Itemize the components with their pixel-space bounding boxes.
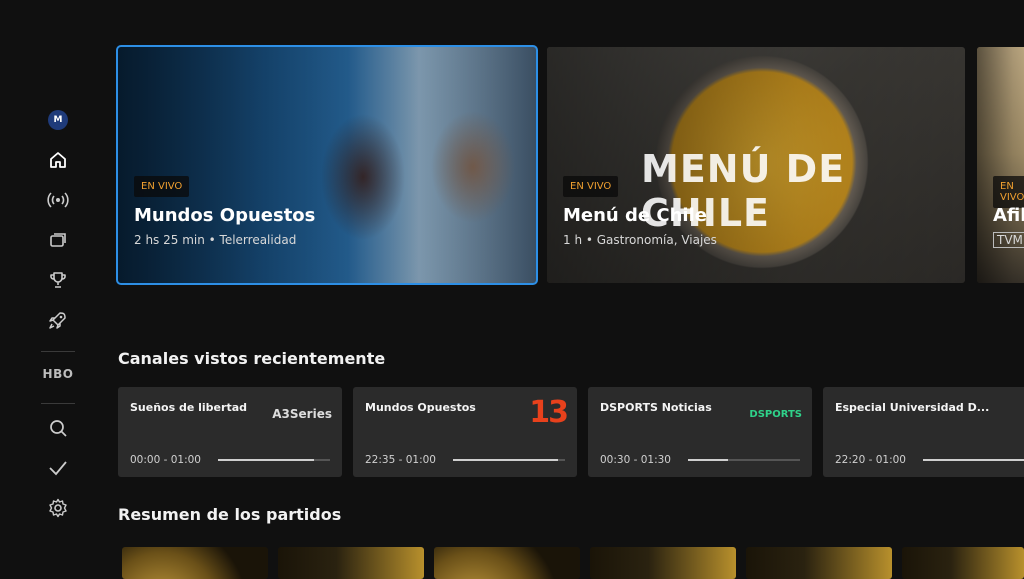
progress-fill bbox=[923, 459, 1024, 461]
match-thumbnail[interactable] bbox=[590, 547, 736, 579]
channel-card[interactable]: DSPORTS Noticias DSPORTS 00:30 - 01:30 bbox=[588, 387, 812, 477]
channel-logo: A3Series bbox=[272, 407, 332, 421]
sidebar-item-search[interactable] bbox=[34, 413, 82, 443]
channel-time: 22:35 - 01:00 bbox=[365, 454, 436, 466]
trophy-icon bbox=[50, 272, 66, 288]
progress-fill bbox=[218, 459, 315, 461]
home-icon bbox=[50, 152, 66, 168]
sidebar-divider bbox=[41, 403, 75, 404]
channel-card[interactable]: Mundos Opuestos 13 22:35 - 01:00 bbox=[353, 387, 577, 477]
hbo-logo: HBO bbox=[42, 367, 74, 381]
channel-time: 22:20 - 01:00 bbox=[835, 454, 906, 466]
sidebar-item-settings[interactable] bbox=[34, 493, 82, 523]
hero-title: Mundos Opuestos bbox=[134, 205, 316, 226]
channel-logo-text: A3Series bbox=[272, 407, 332, 421]
progress-fill bbox=[453, 459, 559, 461]
hero-card-mundos-opuestos[interactable]: EN VIVO Mundos Opuestos 2 hs 25 min • Te… bbox=[116, 45, 538, 285]
hero-card-menu-de-chile[interactable]: MENÚ DE CHILE EN VIVO Menú de Chile 1 h … bbox=[547, 47, 965, 283]
channel-time: 00:30 - 01:30 bbox=[600, 454, 671, 466]
sidebar-item-home[interactable] bbox=[34, 145, 82, 175]
progress-bar bbox=[218, 459, 330, 461]
channel-program: Sueños de libertad bbox=[130, 401, 247, 414]
channel-logo: DSPORTS bbox=[749, 409, 802, 420]
live-badge: EN VIVO bbox=[993, 176, 1024, 208]
hero-title: Menú de Chile bbox=[563, 205, 707, 226]
sidebar-item-live[interactable] bbox=[34, 185, 82, 215]
progress-fill bbox=[688, 459, 729, 461]
hero-title: Afil bbox=[993, 205, 1024, 226]
sidebar-item-library[interactable] bbox=[34, 225, 82, 255]
avatar: M bbox=[48, 110, 68, 130]
match-thumbnail[interactable] bbox=[434, 547, 580, 579]
section-title-match-summary: Resumen de los partidos bbox=[118, 505, 342, 524]
match-thumbnail[interactable] bbox=[746, 547, 892, 579]
channel-card[interactable]: Especial Universidad D... SP 22:20 - 01:… bbox=[823, 387, 1024, 477]
stack-icon bbox=[50, 233, 66, 247]
progress-bar bbox=[923, 459, 1024, 461]
match-thumbnail[interactable] bbox=[902, 547, 1024, 579]
rocket-icon bbox=[49, 312, 66, 329]
match-thumbnail[interactable] bbox=[122, 547, 268, 579]
channel-program: Especial Universidad D... bbox=[835, 401, 990, 414]
sidebar-item-hbo[interactable]: HBO bbox=[34, 359, 82, 389]
channel-logo-text: DSPORTS bbox=[749, 409, 802, 420]
match-thumbnail[interactable] bbox=[278, 547, 424, 579]
sidebar-item-launch[interactable] bbox=[34, 305, 82, 335]
progress-bar bbox=[453, 459, 565, 461]
broadcast-icon bbox=[47, 192, 69, 208]
hero-meta: TVM bbox=[993, 232, 1024, 248]
channel-card[interactable]: Sueños de libertad A3Series 00:00 - 01:0… bbox=[118, 387, 342, 477]
live-badge: EN VIVO bbox=[134, 176, 190, 197]
channel-logo: 13 bbox=[529, 395, 569, 430]
sidebar-divider bbox=[41, 351, 75, 352]
sidebar-item-sports[interactable] bbox=[34, 265, 82, 295]
gear-icon bbox=[49, 498, 67, 518]
hero-card-partial[interactable]: EN VIVO Afil TVM bbox=[977, 47, 1024, 283]
channel-time: 00:00 - 01:00 bbox=[130, 454, 201, 466]
channel-program: Mundos Opuestos bbox=[365, 401, 476, 414]
channel-program: DSPORTS Noticias bbox=[600, 401, 712, 414]
check-icon bbox=[49, 461, 67, 476]
hero-meta: 2 hs 25 min • Telerrealidad bbox=[134, 233, 297, 247]
search-icon bbox=[50, 420, 67, 437]
progress-bar bbox=[688, 459, 800, 461]
sidebar: M HBO bbox=[34, 100, 82, 540]
live-badge: EN VIVO bbox=[563, 176, 619, 197]
channel-logo-text: 13 bbox=[529, 395, 569, 430]
section-title-recent-channels: Canales vistos recientemente bbox=[118, 349, 386, 368]
hero-meta: 1 h • Gastronomía, Viajes bbox=[563, 233, 717, 247]
profile-avatar[interactable]: M bbox=[34, 105, 82, 135]
sidebar-item-mylist[interactable] bbox=[34, 453, 82, 483]
